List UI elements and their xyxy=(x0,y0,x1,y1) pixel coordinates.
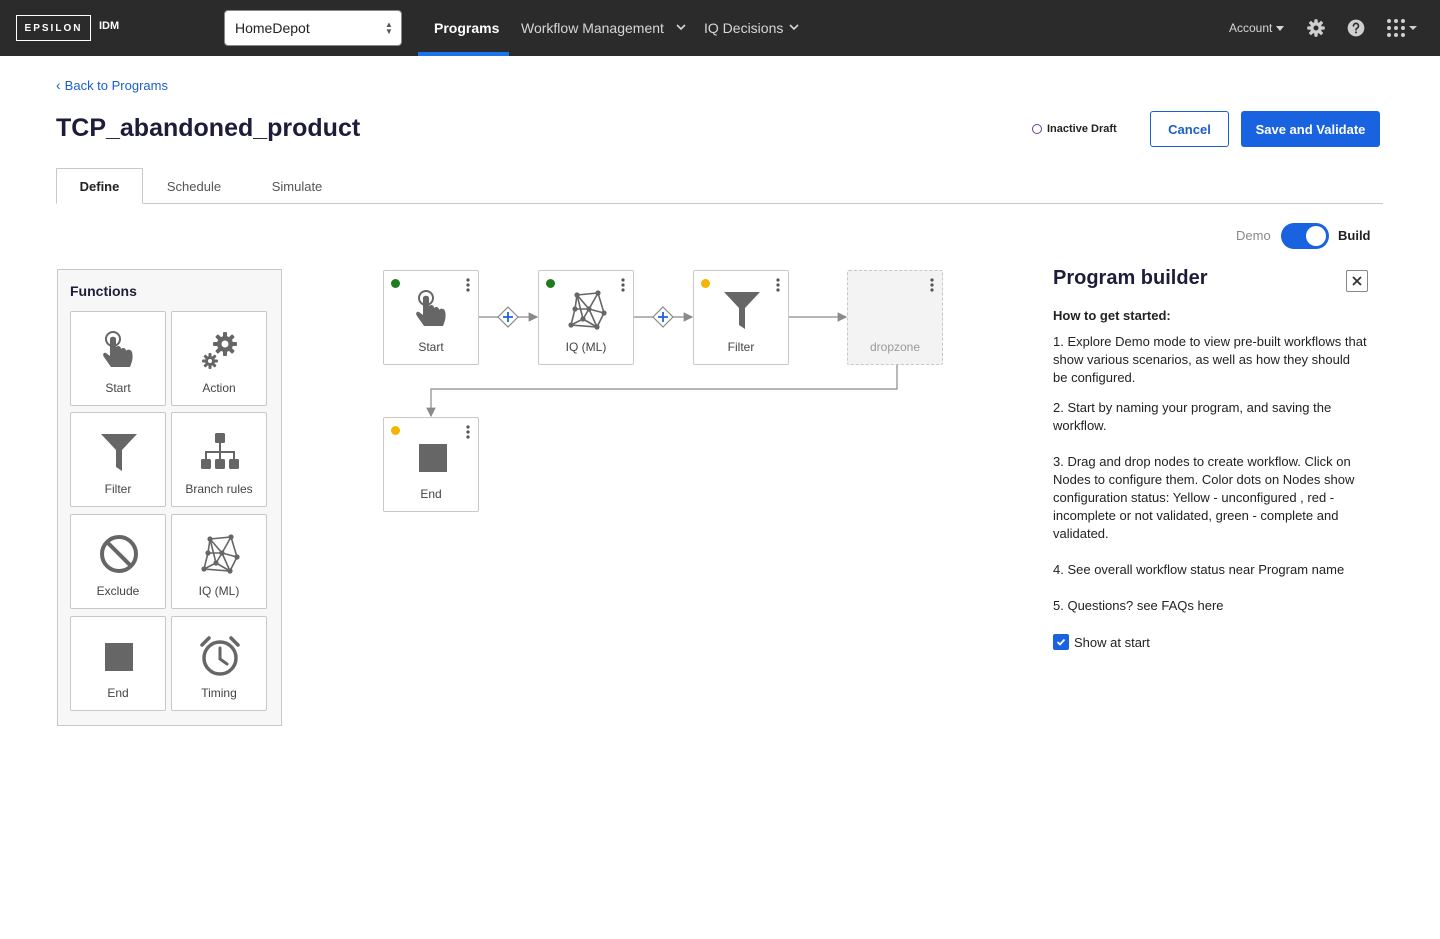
function-label: Branch rules xyxy=(185,482,253,496)
network-icon xyxy=(201,534,240,574)
cancel-button[interactable]: Cancel xyxy=(1150,111,1229,147)
status-dot xyxy=(546,279,555,288)
kebab-menu-icon[interactable] xyxy=(776,278,780,292)
select-spinner-icon: ▲ ▼ xyxy=(385,20,393,36)
function-label: Start xyxy=(105,381,131,395)
client-select[interactable]: HomeDepot ▲ ▼ xyxy=(224,10,402,46)
function-branch-rules[interactable]: Branch rules xyxy=(171,412,267,507)
workflow-node-end[interactable]: End xyxy=(383,417,479,512)
function-start[interactable]: Start xyxy=(70,311,166,406)
function-label: IQ (ML) xyxy=(198,584,240,598)
account-label: Account xyxy=(1229,21,1273,35)
product-name: IDM xyxy=(99,20,120,32)
hand-pointer-icon xyxy=(416,290,446,326)
chevron-down-icon[interactable] xyxy=(787,20,801,34)
toggle-demo-label[interactable]: Demo xyxy=(1236,228,1271,243)
nav-iq-decisions[interactable]: IQ Decisions xyxy=(704,0,783,56)
builder-subtitle: How to get started: xyxy=(1053,308,1171,323)
epsilon-logo[interactable]: EPSILON xyxy=(16,15,91,41)
add-step-icon[interactable] xyxy=(652,306,674,328)
account-menu[interactable]: Account xyxy=(1229,0,1285,56)
functions-panel: Functions Start Action Filter Branch rul… xyxy=(57,269,282,726)
workflow-dropzone[interactable]: dropzone xyxy=(847,270,943,365)
kebab-menu-icon[interactable] xyxy=(466,278,470,292)
builder-step: 3. Drag and drop nodes to create workflo… xyxy=(1053,454,1355,541)
back-to-programs-link[interactable]: ‹ Back to Programs xyxy=(56,77,168,93)
stop-square-icon xyxy=(419,444,447,472)
page-title: TCP_abandoned_product xyxy=(56,114,361,142)
top-nav: EPSILON IDM HomeDepot ▲ ▼ Programs Workfl… xyxy=(0,0,1440,56)
kebab-menu-icon[interactable] xyxy=(621,278,625,292)
nav-workflow-management[interactable]: Workflow Management xyxy=(521,0,664,56)
alarm-clock-icon xyxy=(200,636,240,676)
nav-programs[interactable]: Programs xyxy=(434,0,499,56)
demo-build-toggle[interactable] xyxy=(1281,223,1329,249)
tab-simulate[interactable]: Simulate xyxy=(258,168,336,204)
status-dot xyxy=(391,279,400,288)
program-builder-title: Program builder xyxy=(1053,267,1208,289)
apps-grid-icon[interactable] xyxy=(1386,18,1418,38)
function-iq-ml[interactable]: IQ (ML) xyxy=(171,514,267,609)
builder-step: 1. Explore Demo mode to view pre-built w… xyxy=(1053,334,1367,385)
show-at-start-checkbox[interactable]: Show at start xyxy=(1053,634,1150,650)
close-builder-button[interactable] xyxy=(1346,270,1368,292)
node-label: End xyxy=(420,487,442,501)
toggle-build-label[interactable]: Build xyxy=(1338,228,1371,243)
workflow-node-start[interactable]: Start xyxy=(383,270,479,365)
builder-step: 4. See overall workflow status near Prog… xyxy=(1053,562,1345,577)
status-label: Inactive Draft xyxy=(1047,123,1117,135)
status-badge: Inactive Draft xyxy=(1032,123,1117,135)
toggle-knob xyxy=(1306,226,1326,246)
builder-step-faq-link[interactable]: 5. Questions? see FAQs here xyxy=(1053,597,1368,615)
status-dot xyxy=(701,279,710,288)
node-label: IQ (ML) xyxy=(565,340,607,354)
save-and-validate-button[interactable]: Save and Validate xyxy=(1241,111,1380,147)
tab-schedule[interactable]: Schedule xyxy=(150,168,238,204)
node-label: Filter xyxy=(727,340,755,354)
function-label: Filter xyxy=(104,482,132,496)
status-ring-icon xyxy=(1032,124,1042,134)
funnel-icon xyxy=(101,434,137,471)
function-label: Timing xyxy=(201,686,237,700)
function-label: Action xyxy=(202,381,236,395)
nav-active-indicator xyxy=(418,52,509,56)
checkbox-checked-icon xyxy=(1053,634,1069,650)
caret-down-icon xyxy=(1276,25,1285,31)
help-icon[interactable] xyxy=(1346,18,1366,38)
builder-step: 2. Start by naming your program, and sav… xyxy=(1053,400,1332,433)
function-filter[interactable]: Filter xyxy=(70,412,166,507)
add-step-icon[interactable] xyxy=(497,306,519,328)
kebab-menu-icon[interactable] xyxy=(930,278,934,292)
stop-square-icon xyxy=(105,643,133,671)
function-action[interactable]: Action xyxy=(171,311,267,406)
tabs-divider xyxy=(56,203,1383,204)
workflow-node-iq-ml[interactable]: IQ (ML) xyxy=(538,270,634,365)
function-label: Exclude xyxy=(96,584,140,598)
status-dot xyxy=(391,426,400,435)
kebab-menu-icon[interactable] xyxy=(466,425,470,439)
function-label: End xyxy=(107,686,129,700)
chevron-down-icon[interactable] xyxy=(674,20,688,34)
show-at-start-label: Show at start xyxy=(1074,634,1150,650)
funnel-icon xyxy=(724,292,760,329)
tab-define[interactable]: Define xyxy=(56,168,143,204)
chevron-left-icon: ‹ xyxy=(56,77,61,93)
function-timing[interactable]: Timing xyxy=(171,616,267,711)
node-label: dropzone xyxy=(869,340,921,354)
function-exclude[interactable]: Exclude xyxy=(70,514,166,609)
network-icon xyxy=(568,290,607,330)
hierarchy-icon xyxy=(201,433,239,469)
ban-icon xyxy=(100,535,138,573)
workflow-node-filter[interactable]: Filter xyxy=(693,270,789,365)
hand-pointer-icon xyxy=(103,331,133,367)
functions-title: Functions xyxy=(70,283,137,299)
client-select-value: HomeDepot xyxy=(235,20,310,36)
function-end[interactable]: End xyxy=(70,616,166,711)
gears-icon xyxy=(202,332,237,369)
back-link-label: Back to Programs xyxy=(64,77,168,93)
close-icon xyxy=(1352,276,1362,286)
gear-icon[interactable] xyxy=(1306,18,1326,38)
node-label: Start xyxy=(418,340,444,354)
